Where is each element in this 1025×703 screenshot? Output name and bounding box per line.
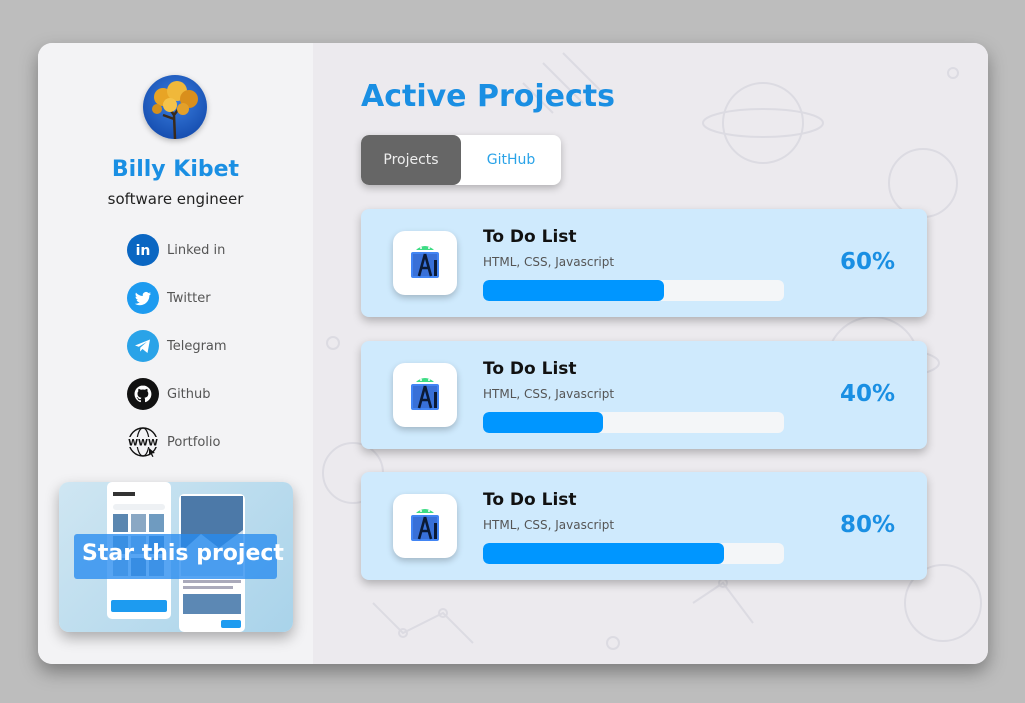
progress-bar bbox=[483, 412, 784, 433]
tab-github[interactable]: GitHub bbox=[461, 135, 561, 185]
tab-projects[interactable]: Projects bbox=[361, 135, 461, 185]
android-studio-icon bbox=[393, 231, 457, 295]
social-label: Twitter bbox=[167, 290, 211, 306]
main-panel: Active Projects Projects GitHub To Do Li… bbox=[313, 43, 988, 664]
social-link-portfolio[interactable]: WWW Portfolio bbox=[126, 425, 227, 459]
star-project-card[interactable]: Star this project bbox=[59, 482, 293, 632]
tab-bar: Projects GitHub bbox=[361, 135, 561, 185]
page-title: Active Projects bbox=[361, 79, 615, 114]
github-icon bbox=[126, 378, 159, 411]
social-links: in Linked in Twitter Telegram Github WWW… bbox=[126, 233, 227, 473]
progress-fill bbox=[483, 412, 604, 433]
svg-text:WWW: WWW bbox=[128, 439, 158, 449]
avatar bbox=[143, 75, 207, 139]
app-window: Billy Kibet software engineer in Linked … bbox=[38, 43, 988, 664]
progress-fill bbox=[483, 280, 664, 301]
www-globe-icon: WWW bbox=[126, 426, 159, 459]
project-card[interactable]: To Do List HTML, CSS, Javascript 60% bbox=[361, 209, 927, 317]
progress-percent: 60% bbox=[839, 249, 895, 275]
progress-bar bbox=[483, 280, 784, 301]
project-title: To Do List bbox=[483, 490, 577, 510]
linkedin-icon: in bbox=[126, 234, 159, 267]
social-label: Telegram bbox=[167, 338, 227, 354]
sidebar: Billy Kibet software engineer in Linked … bbox=[38, 43, 313, 664]
social-link-github[interactable]: Github bbox=[126, 377, 227, 411]
android-studio-icon bbox=[393, 494, 457, 558]
project-tech: HTML, CSS, Javascript bbox=[483, 255, 615, 269]
project-title: To Do List bbox=[483, 227, 577, 247]
social-link-linkedin[interactable]: in Linked in bbox=[126, 233, 227, 267]
progress-bar bbox=[483, 543, 784, 564]
progress-fill bbox=[483, 543, 724, 564]
social-label: Linked in bbox=[167, 242, 226, 258]
project-tech: HTML, CSS, Javascript bbox=[483, 387, 615, 401]
telegram-icon bbox=[126, 330, 159, 363]
profile-role: software engineer bbox=[107, 190, 244, 208]
progress-percent: 80% bbox=[839, 512, 895, 538]
project-title: To Do List bbox=[483, 359, 577, 379]
star-project-label: Star this project bbox=[82, 541, 284, 566]
svg-text:in: in bbox=[135, 243, 150, 259]
project-card[interactable]: To Do List HTML, CSS, Javascript 40% bbox=[361, 341, 927, 449]
profile-name: Billy Kibet bbox=[111, 157, 240, 182]
social-label: Github bbox=[167, 386, 211, 402]
project-tech: HTML, CSS, Javascript bbox=[483, 518, 615, 532]
social-link-twitter[interactable]: Twitter bbox=[126, 281, 227, 315]
progress-percent: 40% bbox=[839, 381, 895, 407]
social-link-telegram[interactable]: Telegram bbox=[126, 329, 227, 363]
project-card[interactable]: To Do List HTML, CSS, Javascript 80% bbox=[361, 472, 927, 580]
twitter-icon bbox=[126, 282, 159, 315]
social-label: Portfolio bbox=[167, 434, 221, 450]
android-studio-icon bbox=[393, 363, 457, 427]
